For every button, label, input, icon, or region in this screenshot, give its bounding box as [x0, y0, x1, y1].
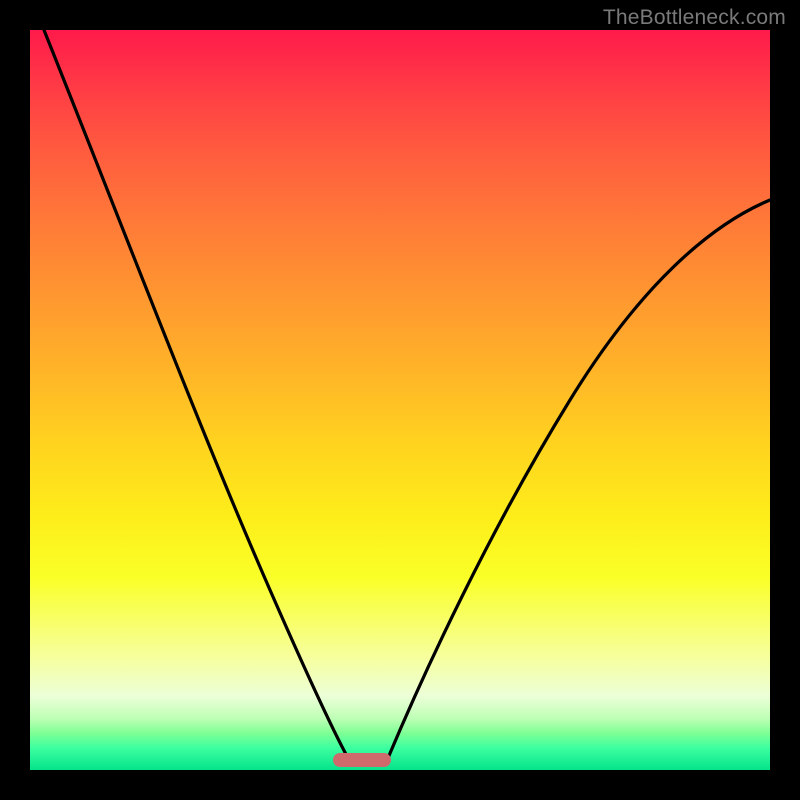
minimum-marker — [333, 753, 391, 767]
left-branch-curve — [44, 30, 348, 758]
right-branch-curve — [388, 200, 770, 758]
outer-frame: TheBottleneck.com — [0, 0, 800, 800]
gradient-plot-area — [30, 30, 770, 770]
curve-layer — [30, 30, 770, 770]
watermark-text: TheBottleneck.com — [603, 6, 786, 30]
